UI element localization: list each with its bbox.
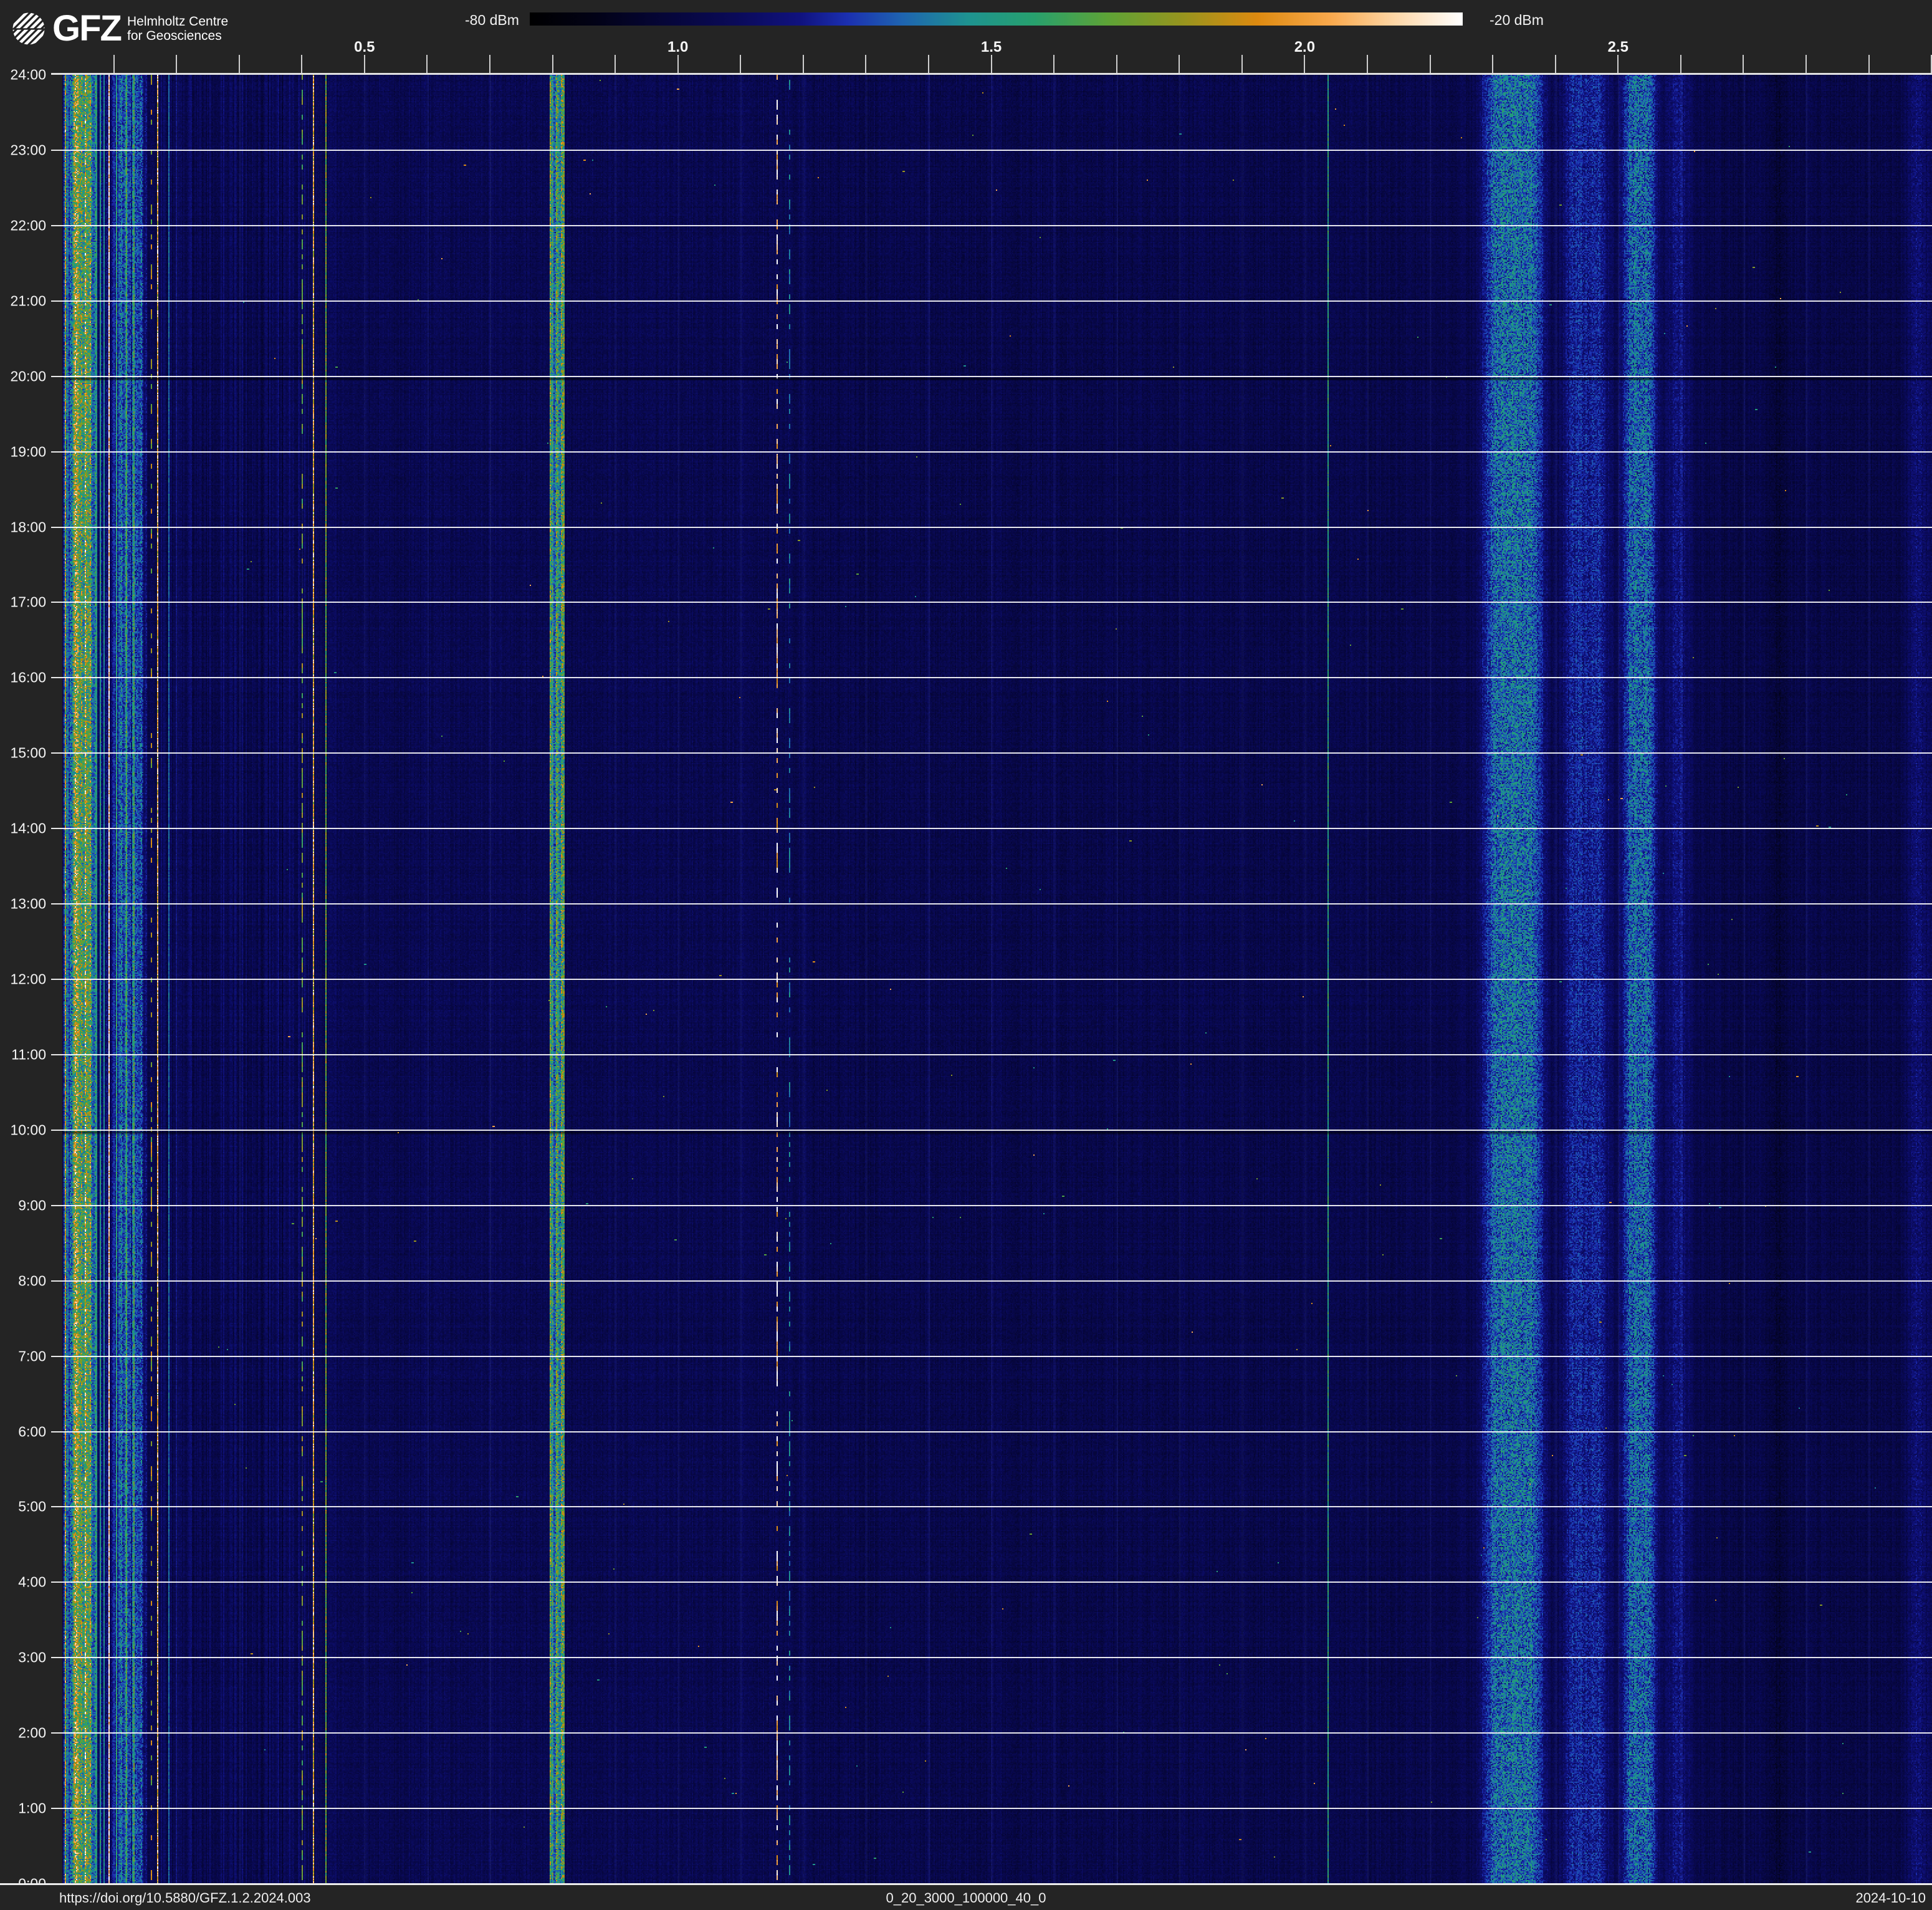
time-tick-label: 18:00	[2, 519, 46, 535]
freq-minor-tick	[1241, 55, 1243, 74]
freq-minor-tick	[740, 55, 741, 74]
footer-doi-link[interactable]: https://doi.org/10.5880/GFZ.1.2.2024.003	[59, 1890, 311, 1906]
gfz-logo: GFZ Helmholtz Centre for Geosciences	[12, 12, 228, 45]
time-tick-label: 10:00	[2, 1121, 46, 1138]
hour-gridline	[51, 225, 1932, 226]
time-tick-label: 19:00	[2, 443, 46, 460]
time-tick-label: 21:00	[2, 292, 46, 309]
freq-minor-tick	[677, 55, 679, 74]
hour-gridline	[51, 677, 1932, 678]
freq-minor-tick	[615, 55, 616, 74]
time-tick-label: 22:00	[2, 217, 46, 234]
freq-minor-tick	[1743, 55, 1744, 74]
time-tick-label: 15:00	[2, 745, 46, 762]
freq-minor-tick	[1805, 55, 1807, 74]
hour-gridline	[51, 1130, 1932, 1131]
hour-gridline	[51, 1356, 1932, 1357]
freq-minor-tick	[803, 55, 804, 74]
hour-gridline	[51, 602, 1932, 603]
hour-gridline	[51, 1431, 1932, 1432]
brand-subtitle-line1: Helmholtz Centre	[127, 14, 228, 29]
time-tick-label: 17:00	[2, 594, 46, 611]
freq-minor-tick	[176, 55, 177, 74]
hour-gridline	[51, 828, 1932, 829]
time-tick-label: 5:00	[2, 1499, 46, 1515]
freq-minor-tick	[1304, 55, 1305, 74]
time-tick-label: 6:00	[2, 1423, 46, 1440]
hour-gridline	[51, 376, 1932, 377]
hour-gridline	[51, 903, 1932, 905]
hour-gridline	[51, 1280, 1932, 1282]
freq-minor-tick	[239, 55, 240, 74]
freq-minor-tick	[1680, 55, 1681, 74]
freq-minor-tick	[928, 55, 929, 74]
time-tick-label: 12:00	[2, 971, 46, 988]
freq-tick-label: 1.0	[667, 39, 688, 56]
hour-gridline	[51, 451, 1932, 453]
gfz-striped-globe-icon	[12, 12, 45, 45]
time-tick-label: 7:00	[2, 1348, 46, 1365]
freq-minor-tick	[364, 55, 365, 74]
time-tick-label: 8:00	[2, 1272, 46, 1289]
freq-minor-tick	[1492, 55, 1493, 74]
freq-minor-tick	[113, 55, 115, 74]
freq-minor-tick	[1555, 55, 1556, 74]
time-tick-label: 9:00	[2, 1197, 46, 1214]
time-tick-label: 14:00	[2, 820, 46, 837]
footer-date: 2024-10-10	[1855, 1890, 1926, 1906]
freq-minor-tick	[1116, 55, 1117, 74]
freq-minor-tick	[1053, 55, 1054, 74]
freq-minor-tick	[991, 55, 992, 74]
time-tick-label: 13:00	[2, 896, 46, 913]
hour-gridline	[51, 1054, 1932, 1055]
time-tick-label: 4:00	[2, 1574, 46, 1591]
freq-tick-label: 2.5	[1608, 39, 1628, 56]
freq-minor-tick	[1179, 55, 1180, 74]
freq-minor-tick	[1367, 55, 1368, 74]
hour-gridline	[51, 1205, 1932, 1206]
time-tick-label: 1:00	[2, 1800, 46, 1817]
brand-text: GFZ	[52, 12, 121, 45]
brand-subtitle: Helmholtz Centre for Geosciences	[127, 14, 228, 43]
footer-bar: https://doi.org/10.5880/GFZ.1.2.2024.003…	[0, 1885, 1932, 1910]
hour-gridline	[51, 300, 1932, 302]
freq-minor-tick	[301, 55, 302, 74]
hour-gridline	[51, 1657, 1932, 1658]
freq-minor-tick	[1430, 55, 1431, 74]
colorbar-max-label: -20 dBm	[1490, 12, 1544, 29]
freq-minor-tick	[489, 55, 490, 74]
colorbar-gradient	[530, 12, 1463, 26]
freq-minor-tick	[1617, 55, 1619, 74]
hour-gridline	[51, 1732, 1932, 1734]
time-tick-label: 3:00	[2, 1649, 46, 1666]
hour-gridline	[51, 527, 1932, 528]
freq-minor-tick	[552, 55, 553, 74]
time-tick-label: 2:00	[2, 1725, 46, 1742]
freq-tick-label: 0.5	[354, 39, 375, 56]
time-tick-label: 23:00	[2, 142, 46, 158]
freq-tick-label: 2.0	[1294, 39, 1315, 56]
hour-gridline	[51, 1808, 1932, 1809]
hour-gridline	[51, 1506, 1932, 1507]
hour-gridline	[51, 752, 1932, 754]
time-tick-label: 24:00	[2, 67, 46, 84]
spectrogram-page: GFZ Helmholtz Centre for Geosciences -80…	[0, 0, 1932, 1910]
footer-settings-text: 0_20_3000_100000_40_0	[886, 1890, 1046, 1906]
time-tick-label: 11:00	[2, 1046, 46, 1063]
hour-gridline	[51, 979, 1932, 980]
hour-gridline	[51, 1581, 1932, 1583]
time-tick-label: 20:00	[2, 368, 46, 385]
freq-minor-tick	[865, 55, 866, 74]
brand-subtitle-line2: for Geosciences	[127, 29, 228, 43]
plot-top-axis-line	[51, 73, 1932, 75]
freq-minor-tick	[426, 55, 428, 74]
freq-minor-tick	[1868, 55, 1870, 74]
time-tick-label: 16:00	[2, 669, 46, 686]
freq-tick-label: 1.5	[981, 39, 1002, 56]
hour-gridline	[51, 150, 1932, 151]
